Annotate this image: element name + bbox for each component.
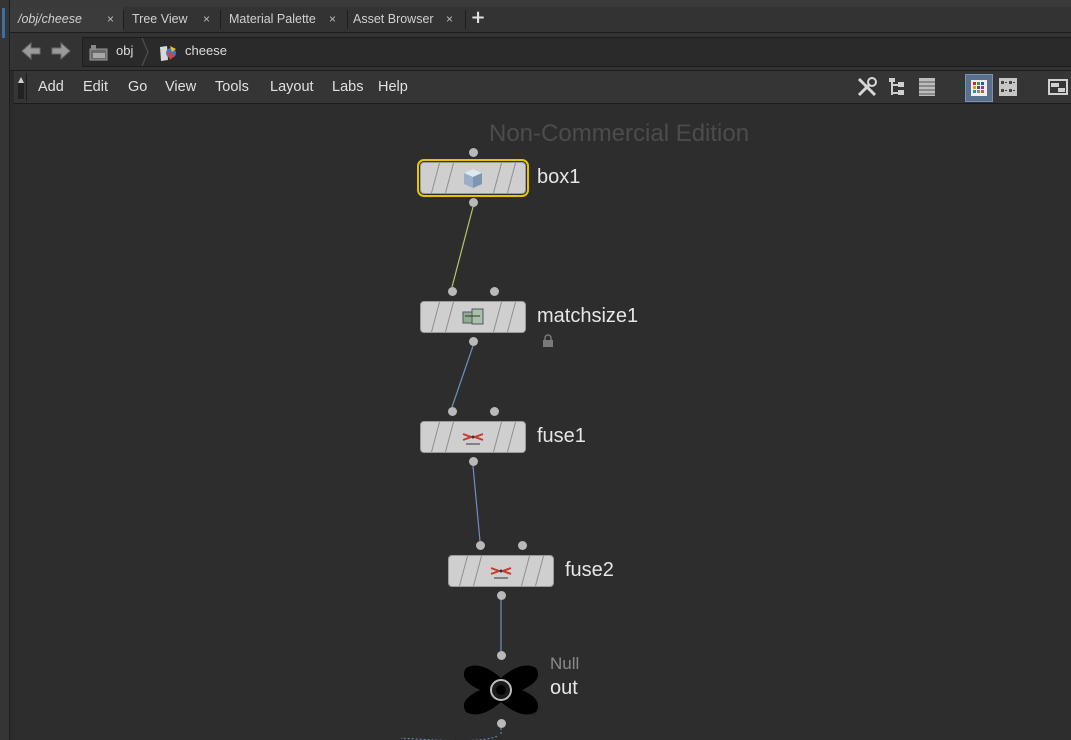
node-output-port[interactable]: [469, 198, 478, 207]
menu-go[interactable]: Go: [128, 79, 147, 95]
detail-view-icon[interactable]: [997, 76, 1019, 98]
node-output-port[interactable]: [497, 719, 506, 728]
tab-material-palette[interactable]: Material Palette ×: [221, 7, 347, 32]
left-pane-edge[interactable]: [0, 0, 10, 740]
node-input-port[interactable]: [448, 287, 457, 296]
crumb-obj[interactable]: obj: [116, 43, 133, 58]
pane-handle-icon[interactable]: [16, 73, 27, 101]
tab-label: Material Palette: [229, 12, 316, 26]
node-label-box1[interactable]: box1: [537, 166, 580, 189]
node-input-port[interactable]: [497, 651, 506, 660]
menu-edit[interactable]: Edit: [83, 79, 108, 95]
node-input-port[interactable]: [518, 541, 527, 550]
matchsize-sop-icon: [460, 304, 486, 330]
wire-out-downstream: [400, 728, 502, 740]
tab-label: Asset Browser: [353, 12, 434, 26]
tab-close-icon[interactable]: ×: [107, 7, 114, 31]
menu-layout[interactable]: Layout: [270, 79, 314, 95]
menu-help[interactable]: Help: [378, 79, 408, 95]
add-tab-button[interactable]: +: [469, 8, 487, 30]
wire-box1-matchsize1: [451, 206, 474, 288]
lock-icon[interactable]: [541, 333, 555, 347]
network-menu-bar: Add Edit Go View Tools Layout Labs Help: [14, 71, 1071, 104]
wire-matchsize1-fuse1: [451, 345, 474, 408]
node-label-out[interactable]: out: [550, 677, 578, 700]
node-label-matchsize1[interactable]: matchsize1: [537, 305, 638, 328]
node-input-port[interactable]: [476, 541, 485, 550]
breadcrumb: obj cheese: [82, 37, 1071, 67]
wire-fuse1-fuse2: [472, 465, 481, 542]
obj-network-icon[interactable]: [88, 43, 108, 61]
node-box1[interactable]: [417, 159, 529, 197]
node-label-fuse1[interactable]: fuse1: [537, 425, 586, 448]
tab-label: Tree View: [132, 12, 188, 26]
menu-tools[interactable]: Tools: [215, 79, 249, 95]
node-wires: [400, 206, 502, 740]
node-label-fuse2[interactable]: fuse2: [565, 559, 614, 582]
menu-labs[interactable]: Labs: [332, 79, 363, 95]
menu-add[interactable]: Add: [38, 79, 64, 95]
network-editor-canvas[interactable]: Non-Commercial Edition box1 matchsize1 f…: [14, 104, 1071, 740]
tab-close-icon[interactable]: ×: [203, 7, 210, 31]
fuse-sop-icon: [460, 424, 486, 450]
node-output-port[interactable]: [497, 591, 506, 600]
list-view-icon[interactable]: [916, 76, 938, 98]
box-sop-icon: [460, 165, 486, 191]
crumb-cheese[interactable]: cheese: [185, 43, 227, 58]
network-path-bar: obj cheese: [10, 33, 1071, 71]
pane-tab-bar: /obj/cheese × Tree View × Material Palet…: [10, 7, 1071, 33]
tab-close-icon[interactable]: ×: [329, 7, 336, 31]
node-fuse2[interactable]: [448, 555, 554, 587]
back-arrow-icon[interactable]: [20, 41, 42, 61]
pane-options-icon[interactable]: [1047, 76, 1069, 98]
tab-obj-cheese[interactable]: /obj/cheese ×: [10, 7, 123, 32]
fuse-sop-icon: [488, 558, 514, 584]
menu-view[interactable]: View: [165, 79, 196, 95]
node-input-port[interactable]: [469, 148, 478, 157]
grid-view-icon[interactable]: [965, 74, 993, 102]
node-type-label: Null: [550, 654, 580, 673]
forward-arrow-icon[interactable]: [50, 41, 72, 61]
tab-asset-browser[interactable]: Asset Browser ×: [348, 7, 465, 32]
node-input-port[interactable]: [490, 287, 499, 296]
node-input-port[interactable]: [448, 407, 457, 416]
tree-layout-icon[interactable]: [886, 76, 908, 98]
tab-divider: [465, 10, 466, 29]
crumb-separator-icon: [141, 37, 149, 67]
tab-label: /obj/cheese: [18, 12, 82, 26]
tools-icon[interactable]: [856, 76, 878, 98]
null-sop-icon: [463, 665, 539, 715]
node-output-port[interactable]: [469, 457, 478, 466]
tab-tree-view[interactable]: Tree View ×: [124, 7, 220, 32]
node-matchsize1[interactable]: [420, 301, 526, 333]
node-input-port[interactable]: [490, 407, 499, 416]
tab-close-icon[interactable]: ×: [446, 7, 453, 31]
node-output-port[interactable]: [469, 337, 478, 346]
geo-object-icon[interactable]: [157, 43, 177, 61]
pane-focus-marker: [2, 8, 5, 38]
node-fuse1[interactable]: [420, 421, 526, 453]
node-out[interactable]: [462, 662, 540, 718]
